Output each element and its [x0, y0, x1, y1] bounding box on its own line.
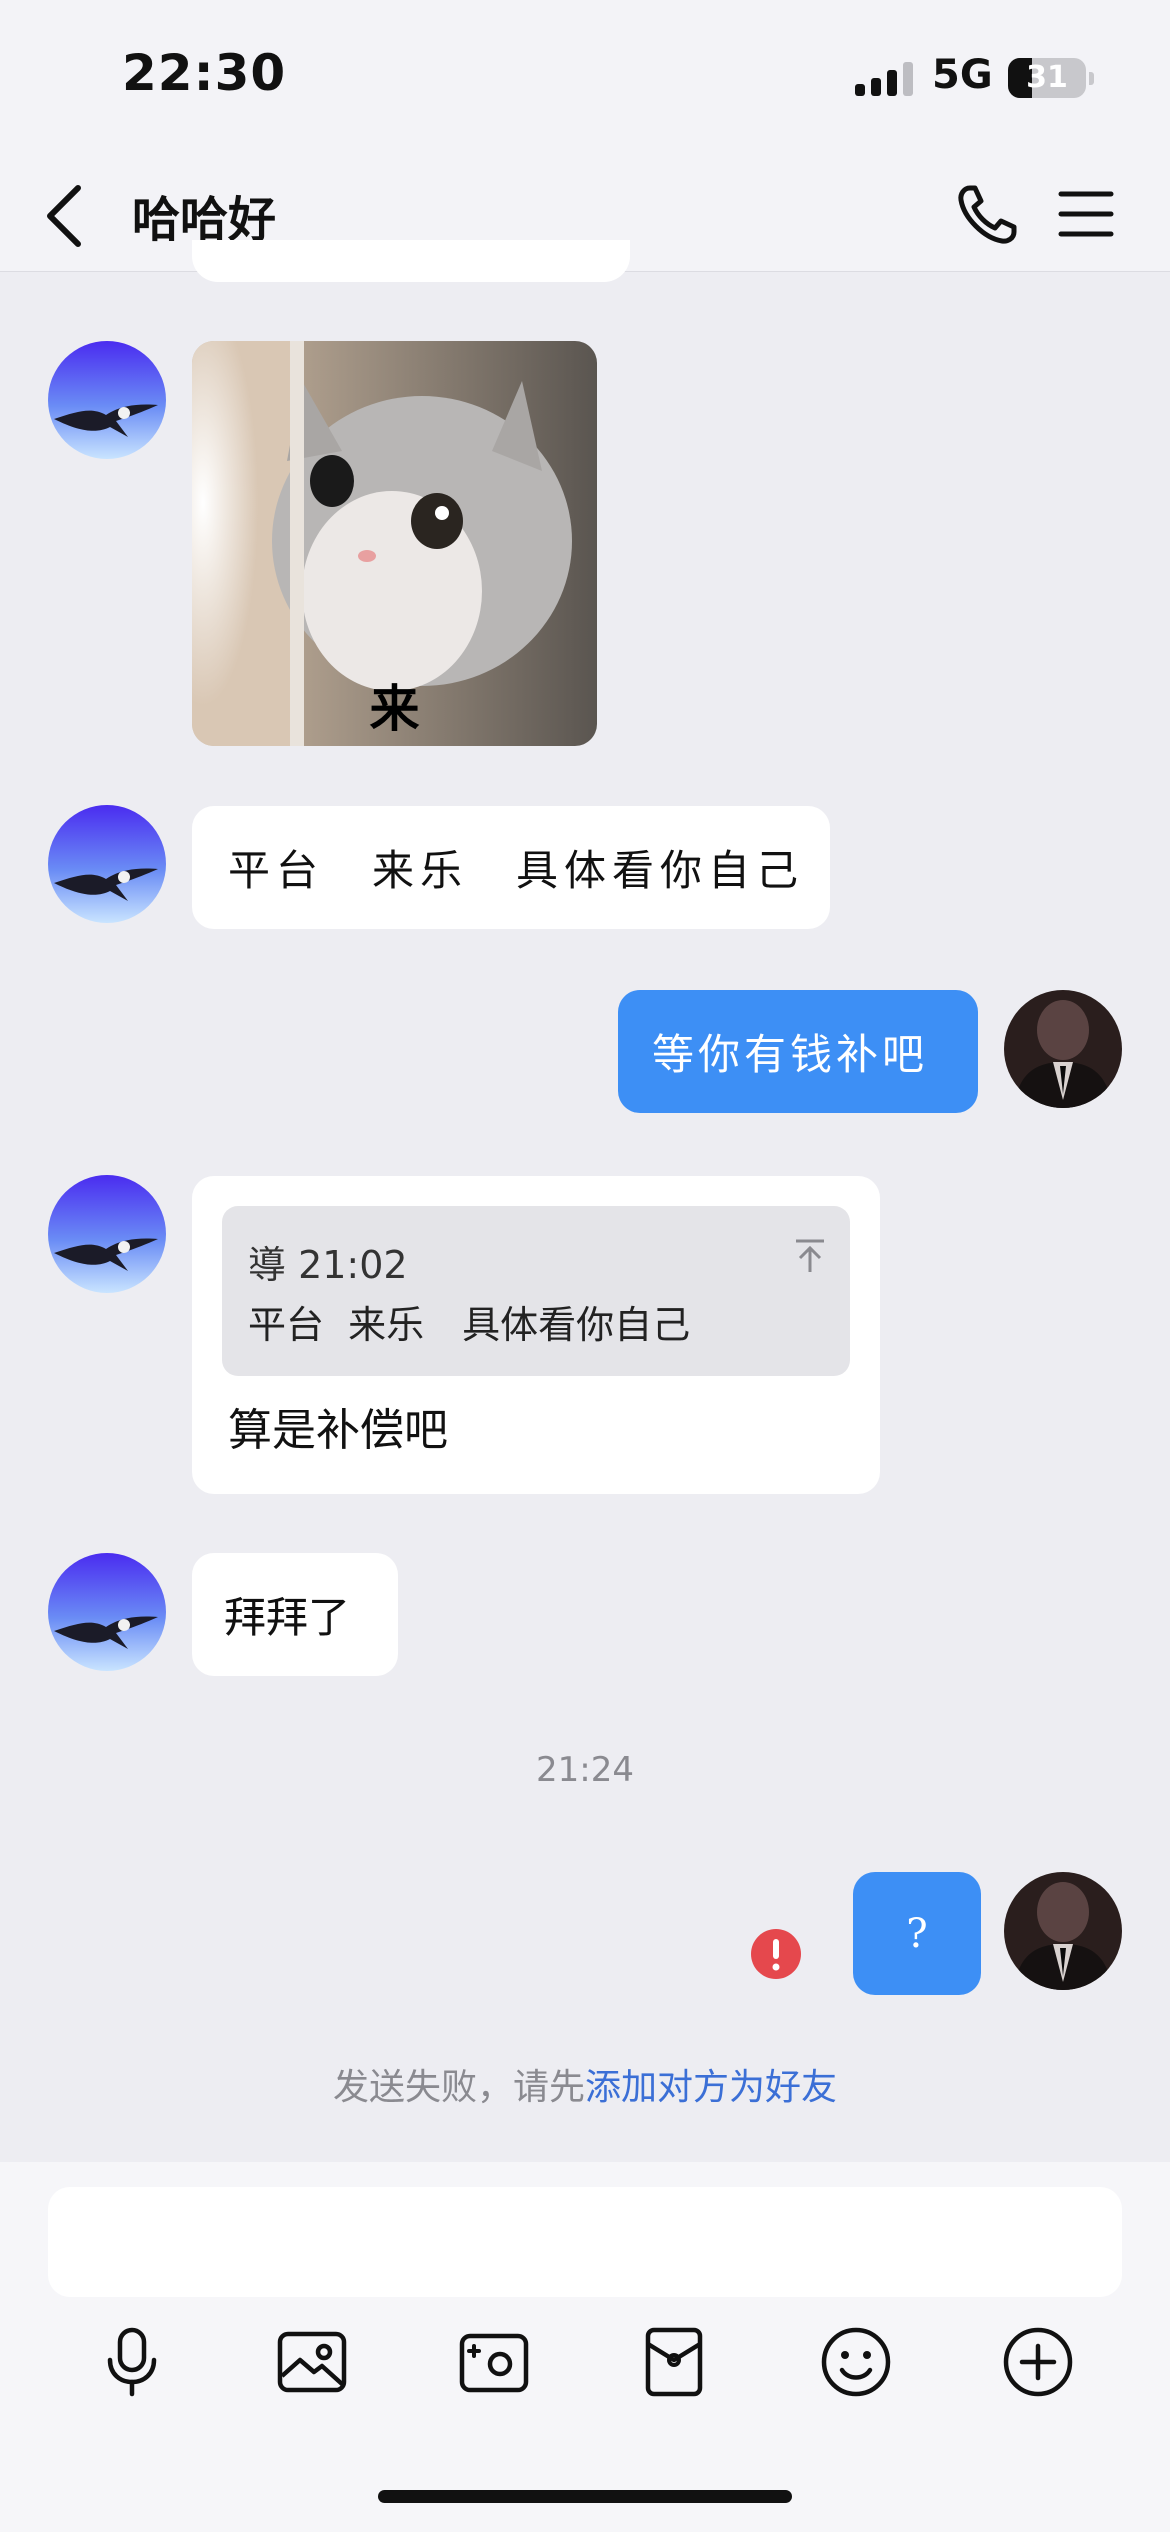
signal-icon [855, 60, 915, 96]
suit-avatar-image [1004, 990, 1122, 1108]
message-text: 平台 来乐 具体看你自己 [228, 846, 805, 895]
jump-to-quote-icon[interactable] [790, 1236, 830, 1276]
eagle-avatar-image [48, 1553, 166, 1671]
red-packet-icon[interactable] [636, 2324, 712, 2400]
message-bubble-reply[interactable]: 導 21:02 平台 来乐 具体看你自己 算是补偿吧 [192, 1176, 880, 1494]
suit-avatar-image [1004, 1872, 1122, 1990]
contact-avatar[interactable] [48, 341, 166, 459]
emoji-icon[interactable] [818, 2324, 894, 2400]
message-text: 拜拜了 [224, 1593, 351, 1642]
camera-icon[interactable] [456, 2324, 532, 2400]
quoted-message[interactable]: 導 21:02 平台 来乐 具体看你自己 [222, 1206, 850, 1376]
message-bubble[interactable]: 平台 来乐 具体看你自己 [192, 806, 830, 929]
eagle-avatar-image [48, 341, 166, 459]
quote-text: 平台 来乐 具体看你自己 [248, 1303, 691, 1347]
send-failed-notice: 发送失败，请先添加对方为好友 [0, 2058, 1170, 2110]
battery-cap [1089, 72, 1094, 85]
my-avatar[interactable] [1004, 1872, 1122, 1990]
quote-meta: 導 21:02 [248, 1243, 408, 1287]
message-bubble-partial [192, 240, 630, 282]
contact-avatar[interactable] [48, 1553, 166, 1671]
message-text: 算是补偿吧 [228, 1405, 448, 1456]
eagle-avatar-image [48, 805, 166, 923]
message-bubble-outgoing[interactable]: 等你有钱补吧 [618, 990, 978, 1113]
contact-avatar[interactable] [48, 1175, 166, 1293]
battery-icon: 31 [1008, 58, 1086, 98]
home-indicator[interactable] [378, 2490, 792, 2503]
status-time: 22:30 [122, 44, 287, 102]
contact-avatar[interactable] [48, 805, 166, 923]
back-icon[interactable] [40, 174, 90, 258]
my-avatar[interactable] [1004, 990, 1122, 1108]
menu-icon[interactable] [1058, 186, 1114, 242]
eagle-avatar-image [48, 1175, 166, 1293]
network-type: 5G [932, 52, 993, 98]
message-bubble[interactable]: 拜拜了 [192, 1553, 398, 1676]
phone-icon[interactable] [952, 180, 1022, 250]
message-text: ? [906, 1910, 928, 1957]
battery-level: 31 [1026, 60, 1068, 95]
sticker-caption: 来 [369, 680, 420, 738]
input-area [0, 2162, 1170, 2532]
time-divider: 21:24 [536, 1750, 634, 1790]
send-failed-icon[interactable] [750, 1928, 802, 1980]
send-failed-text: 发送失败，请先 [332, 2067, 585, 2108]
cat-sticker-image[interactable]: 来 [192, 341, 597, 746]
microphone-icon[interactable] [94, 2324, 170, 2400]
photo-icon[interactable] [274, 2324, 350, 2400]
message-bubble-outgoing[interactable]: ? [853, 1872, 981, 1995]
plus-icon[interactable] [1000, 2324, 1076, 2400]
message-input[interactable] [48, 2187, 1122, 2297]
status-bar: 22:30 5G 31 [0, 0, 1170, 160]
add-friend-link[interactable]: 添加对方为好友 [585, 2067, 837, 2108]
message-text: 等你有钱补吧 [652, 1030, 929, 1079]
